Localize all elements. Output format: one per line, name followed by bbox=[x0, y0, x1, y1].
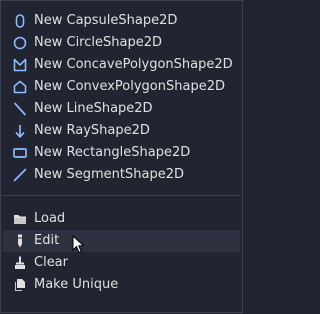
menu-item-new-rectangleshape2d[interactable]: New RectangleShape2D bbox=[3, 142, 240, 164]
menu-item-new-concavepolygonshape2d[interactable]: New ConcavePolygonShape2D bbox=[3, 54, 240, 76]
menu-item-load[interactable]: Load bbox=[3, 208, 240, 230]
capsule-shape-icon bbox=[13, 14, 27, 28]
menu-item-label: New SegmentShape2D bbox=[34, 167, 184, 182]
menu-item-label: New ConvexPolygonShape2D bbox=[34, 79, 225, 94]
menu-item-make-unique[interactable]: Make Unique bbox=[3, 274, 240, 296]
menu-item-new-segmentshape2d[interactable]: New SegmentShape2D bbox=[3, 164, 240, 186]
menu-item-label: New RectangleShape2D bbox=[34, 145, 191, 160]
concave-polygon-icon bbox=[13, 58, 27, 72]
menu-item-new-lineshape2d[interactable]: New LineShape2D bbox=[3, 98, 240, 120]
menu-item-clear[interactable]: Clear bbox=[3, 252, 240, 274]
clear-icon bbox=[13, 256, 27, 270]
menu-item-label: New RayShape2D bbox=[34, 123, 150, 138]
menu-item-new-capsuleshape2d[interactable]: New CapsuleShape2D bbox=[3, 10, 240, 32]
menu-item-label: New CapsuleShape2D bbox=[34, 13, 178, 28]
menu-item-new-convexpolygonshape2d[interactable]: New ConvexPolygonShape2D bbox=[3, 76, 240, 98]
context-menu: New CapsuleShape2D New CircleShape2D New… bbox=[0, 0, 243, 313]
menu-item-label: Clear bbox=[34, 255, 68, 270]
segment-shape-icon bbox=[13, 168, 27, 182]
menu-separator bbox=[3, 195, 240, 196]
ray-shape-icon bbox=[13, 124, 27, 138]
menu-item-edit[interactable]: Edit bbox=[3, 230, 240, 252]
circle-shape-icon bbox=[13, 36, 27, 50]
menu-item-label: New LineShape2D bbox=[34, 101, 153, 116]
menu-item-label: New CircleShape2D bbox=[34, 35, 162, 50]
folder-icon bbox=[13, 212, 27, 226]
menu-item-new-rayshape2d[interactable]: New RayShape2D bbox=[3, 120, 240, 142]
menu-item-label: New ConcavePolygonShape2D bbox=[34, 57, 233, 72]
edit-icon bbox=[13, 234, 27, 248]
convex-polygon-icon bbox=[13, 80, 27, 94]
line-shape-icon bbox=[13, 102, 27, 116]
menu-item-label: Edit bbox=[34, 233, 60, 248]
mouse-cursor bbox=[72, 234, 86, 255]
rectangle-shape-icon bbox=[13, 146, 27, 160]
menu-item-label: Load bbox=[34, 211, 66, 226]
menu-item-label: Make Unique bbox=[34, 277, 119, 292]
menu-item-new-circleshape2d[interactable]: New CircleShape2D bbox=[3, 32, 240, 54]
duplicate-icon bbox=[13, 278, 27, 292]
